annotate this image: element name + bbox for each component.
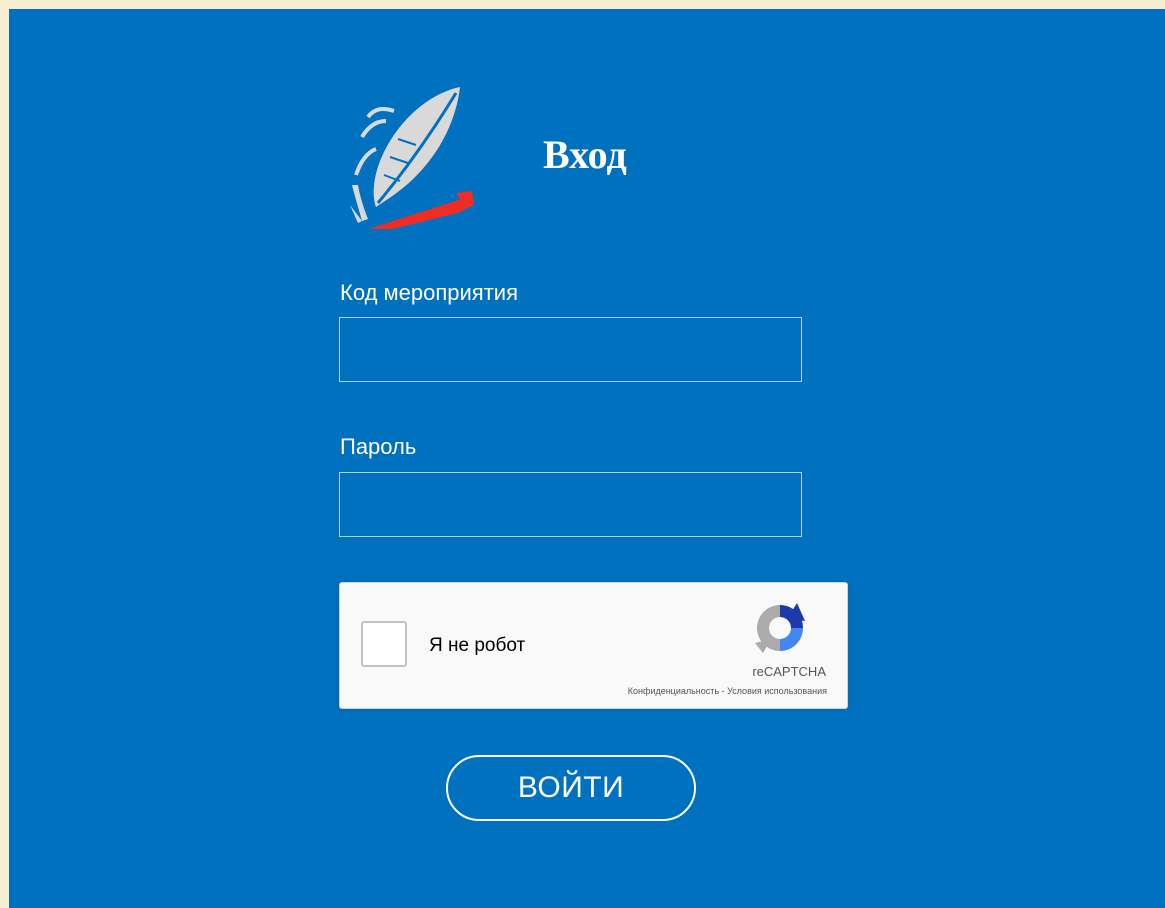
quill-feather-logo xyxy=(350,87,474,229)
recaptcha-logo-icon xyxy=(755,603,805,653)
page-title: Вход xyxy=(543,132,627,177)
login-button[interactable]: ВОЙТИ xyxy=(446,755,696,821)
event-code-label: Код мероприятия xyxy=(340,280,518,305)
captcha-label: Я не робот xyxy=(429,635,526,656)
recaptcha-widget: Я не робот reCAPTCHA Конфиденциальность … xyxy=(339,582,848,709)
event-code-input[interactable] xyxy=(339,317,802,382)
captcha-links: Конфиденциальность - Условия использован… xyxy=(628,687,827,696)
captcha-checkbox[interactable] xyxy=(361,621,407,667)
login-panel: Вход Код мероприятия Пароль Я не робот r… xyxy=(9,9,1165,908)
privacy-link[interactable]: Конфиденциальность xyxy=(628,686,719,696)
recaptcha-brand-label: reCAPTCHA xyxy=(752,664,826,679)
password-label: Пароль xyxy=(340,434,417,459)
link-separator: - xyxy=(719,686,728,696)
password-input[interactable] xyxy=(339,472,802,537)
terms-link[interactable]: Условия использования xyxy=(727,686,827,696)
